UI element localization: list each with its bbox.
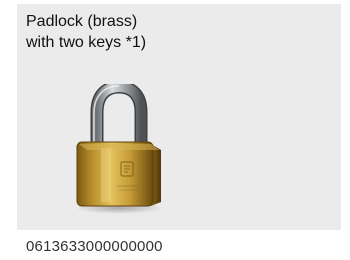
product-title: Padlock (brass) with two keys *1) (26, 13, 147, 51)
product-card[interactable]: Padlock (brass) with two keys *1) 061363… (17, 4, 341, 260)
product-image-area: Padlock (brass) with two keys *1) (17, 4, 341, 230)
product-code: 0613633000000000 (26, 238, 163, 255)
padlock-brass-image (75, 84, 163, 214)
